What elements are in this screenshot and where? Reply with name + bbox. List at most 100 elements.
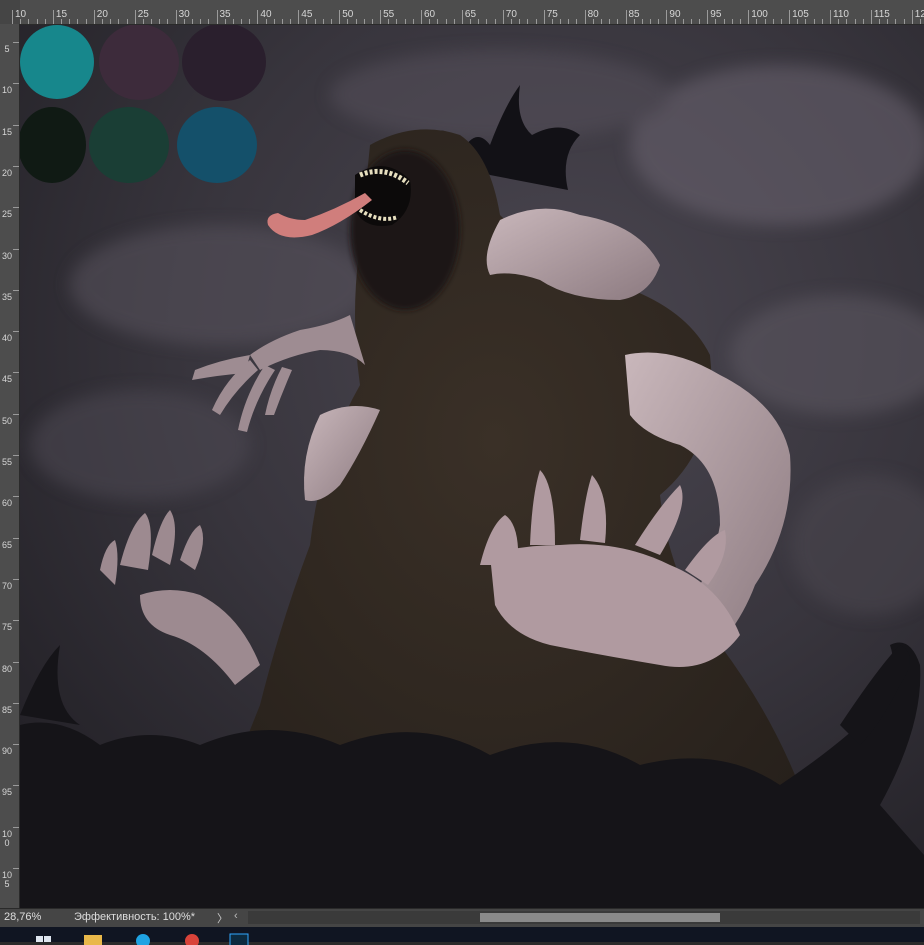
- left-ruler[interactable]: 5 10 15 20 25 30 35 40 45 50 55 60 65 70 75 80 85 90 95 100…: [0, 24, 20, 908]
- ruler-major-tick: [911, 10, 913, 24]
- swatch-teal[interactable]: [20, 25, 94, 99]
- ruler-minor-tick: [151, 19, 153, 24]
- ruler-minor-tick: [167, 19, 169, 24]
- ruler-minor-tick: [306, 19, 308, 24]
- ruler-label: 75: [2, 622, 13, 633]
- ruler-major-tick: [93, 10, 95, 24]
- ruler-minor-tick: [740, 19, 742, 24]
- ruler-minor-tick: [690, 19, 692, 24]
- ruler-minor-tick: [674, 19, 676, 24]
- ruler-major-tick: [13, 413, 19, 415]
- ruler-label: 90: [2, 746, 13, 757]
- ruler-minor-tick: [723, 19, 725, 24]
- ruler-minor-tick: [265, 19, 267, 24]
- ruler-major-tick: [870, 10, 872, 24]
- ruler-label: 65: [2, 539, 13, 550]
- ruler-minor-tick: [126, 19, 128, 24]
- ruler-major-tick: [13, 248, 19, 250]
- ruler-label: 50: [2, 415, 13, 426]
- ruler-major-tick: [13, 42, 19, 43]
- ruler-label: 85: [2, 704, 13, 715]
- ruler-major-tick: [13, 165, 19, 167]
- ruler-minor-tick: [486, 19, 488, 24]
- ruler-major-tick: [707, 10, 709, 24]
- ruler-major-tick: [461, 10, 463, 24]
- chrome-icon[interactable]: [181, 933, 203, 945]
- ruler-minor-tick: [903, 19, 905, 24]
- ruler-label: 80: [2, 663, 13, 674]
- ruler-minor-tick: [77, 19, 79, 24]
- ruler-minor-tick: [592, 19, 594, 24]
- document-canvas[interactable]: [20, 25, 924, 909]
- ruler-minor-tick: [290, 19, 292, 24]
- ruler-label: 105: [2, 870, 13, 889]
- swatch-dark-green[interactable]: [89, 107, 169, 183]
- ruler-minor-tick: [159, 19, 161, 24]
- ruler-label: 45: [2, 374, 13, 385]
- folder-icon[interactable]: [82, 933, 104, 945]
- ruler-minor-tick: [445, 19, 447, 24]
- swatch-deep-blue[interactable]: [177, 107, 257, 183]
- ruler-label: 40: [2, 333, 13, 344]
- ruler-label: 35: [2, 291, 13, 302]
- ruler-minor-tick: [314, 19, 316, 24]
- ruler-major-tick: [789, 10, 791, 24]
- ruler-major-tick: [13, 578, 19, 580]
- ruler-minor-tick: [355, 19, 357, 24]
- ruler-minor-tick: [551, 19, 553, 24]
- ruler-minor-tick: [183, 19, 185, 24]
- ruler-minor-tick: [633, 19, 635, 24]
- painting-artwork: [20, 25, 924, 909]
- swatch-plum[interactable]: [99, 25, 179, 100]
- ruler-major-tick: [175, 10, 177, 24]
- ruler-label: 5: [4, 44, 10, 54]
- ruler-major-tick: [13, 537, 19, 539]
- ruler-major-tick: [666, 10, 668, 24]
- ruler-minor-tick: [576, 19, 578, 24]
- top-ruler[interactable]: 10 15 20 25 30 35 40 45 50 55 60 65 70 75 80 85 90 95 100 1…: [0, 0, 924, 25]
- ruler-major-tick: [13, 496, 19, 498]
- ruler-minor-tick: [208, 19, 210, 24]
- ruler-major-tick: [13, 868, 19, 869]
- ruler-major-tick: [13, 744, 19, 746]
- skype-icon[interactable]: [132, 933, 154, 945]
- ruler-minor-tick: [805, 19, 807, 24]
- ruler-label: 60: [2, 498, 13, 509]
- ruler-minor-tick: [527, 19, 529, 24]
- ruler-minor-tick: [44, 19, 46, 24]
- ruler-minor-tick: [249, 19, 251, 24]
- swatch-near-black-green[interactable]: [20, 107, 86, 183]
- ruler-minor-tick: [846, 19, 848, 24]
- ruler-minor-tick: [281, 19, 283, 24]
- status-menu-arrow[interactable]: 〉: [217, 910, 228, 926]
- ruler-minor-tick: [371, 19, 373, 24]
- ruler-minor-tick: [609, 19, 611, 24]
- ruler-minor-tick: [650, 19, 652, 24]
- ruler-minor-tick: [568, 19, 570, 24]
- ruler-minor-tick: [36, 19, 38, 24]
- ruler-major-tick: [625, 10, 627, 24]
- ruler-minor-tick: [363, 19, 365, 24]
- ruler-minor-tick: [437, 19, 439, 24]
- scroll-left-arrow[interactable]: ‹: [234, 910, 238, 922]
- ruler-major-tick: [12, 10, 13, 24]
- ruler-major-tick: [830, 10, 831, 24]
- horizontal-scrollbar[interactable]: [248, 911, 920, 924]
- ruler-minor-tick: [273, 19, 275, 24]
- ruler-minor-tick: [142, 19, 144, 24]
- ruler-minor-tick: [85, 19, 87, 24]
- ruler-major-tick: [13, 331, 19, 333]
- photoshop-icon[interactable]: [226, 933, 252, 945]
- ruler-minor-tick: [241, 19, 243, 24]
- ruler-major-tick: [13, 702, 19, 704]
- ruler-minor-tick: [224, 19, 226, 24]
- swatch-dark-purple[interactable]: [182, 25, 266, 101]
- ruler-minor-tick: [780, 19, 782, 24]
- ruler-major-tick: [380, 10, 382, 24]
- zoom-level[interactable]: 28,76%: [4, 911, 41, 923]
- ruler-minor-tick: [731, 19, 733, 24]
- windows-start-icon[interactable]: [34, 933, 52, 945]
- ruler-minor-tick: [404, 19, 406, 24]
- ruler-major-tick: [339, 10, 341, 24]
- scrollbar-thumb[interactable]: [480, 913, 720, 922]
